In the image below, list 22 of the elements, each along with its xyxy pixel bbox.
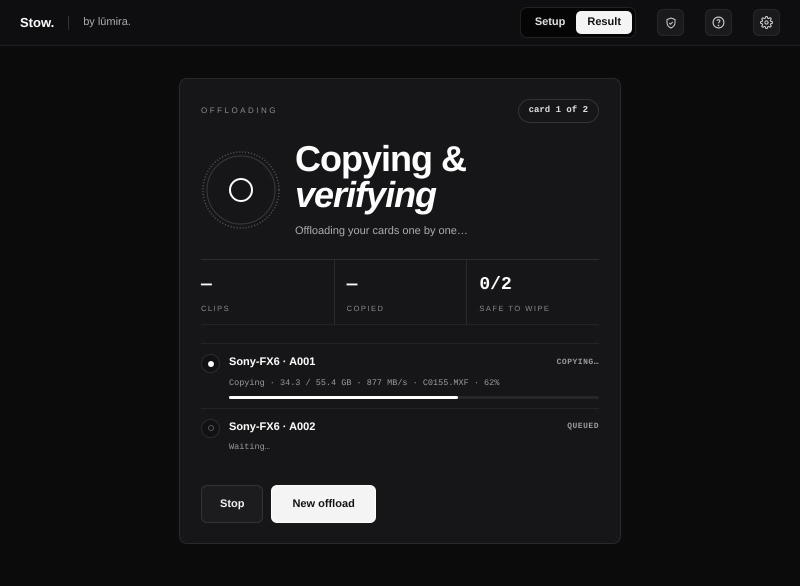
mode-tab[interactable]: Result: [576, 11, 632, 34]
card-detail: Waiting…: [229, 441, 271, 454]
card-detail: Copying · 34.3 / 55.4 GB · 877 MB/s · C0155.MXF · 62%: [229, 376, 500, 390]
mode-tab[interactable]: Setup: [524, 11, 576, 34]
card-status: QUEUED: [567, 420, 599, 433]
stat-value: —: [346, 274, 358, 297]
card-status: COPYING…: [556, 356, 599, 368]
settings-icon[interactable]: [753, 9, 780, 36]
card-name: Sony-FX6 · A001: [229, 355, 316, 370]
help-icon[interactable]: [705, 9, 732, 36]
brand-byline: by lūmira.: [83, 15, 131, 30]
card-name: Sony-FX6 · A002: [229, 420, 316, 434]
brand-logo: Stow.: [20, 14, 54, 32]
heading: Copying &: [295, 140, 467, 176]
subtitle: Offloading your cards one by one…: [295, 224, 468, 238]
section-label: OFFLOADING: [201, 104, 278, 117]
card-counter: card 1 of 2: [518, 99, 599, 122]
new-offload-button[interactable]: New offload: [271, 484, 376, 524]
stat-value: 0/2: [479, 274, 513, 297]
stop-button[interactable]: Stop: [201, 484, 264, 524]
shield-icon[interactable]: [657, 9, 684, 36]
stat-value: —: [201, 274, 213, 297]
